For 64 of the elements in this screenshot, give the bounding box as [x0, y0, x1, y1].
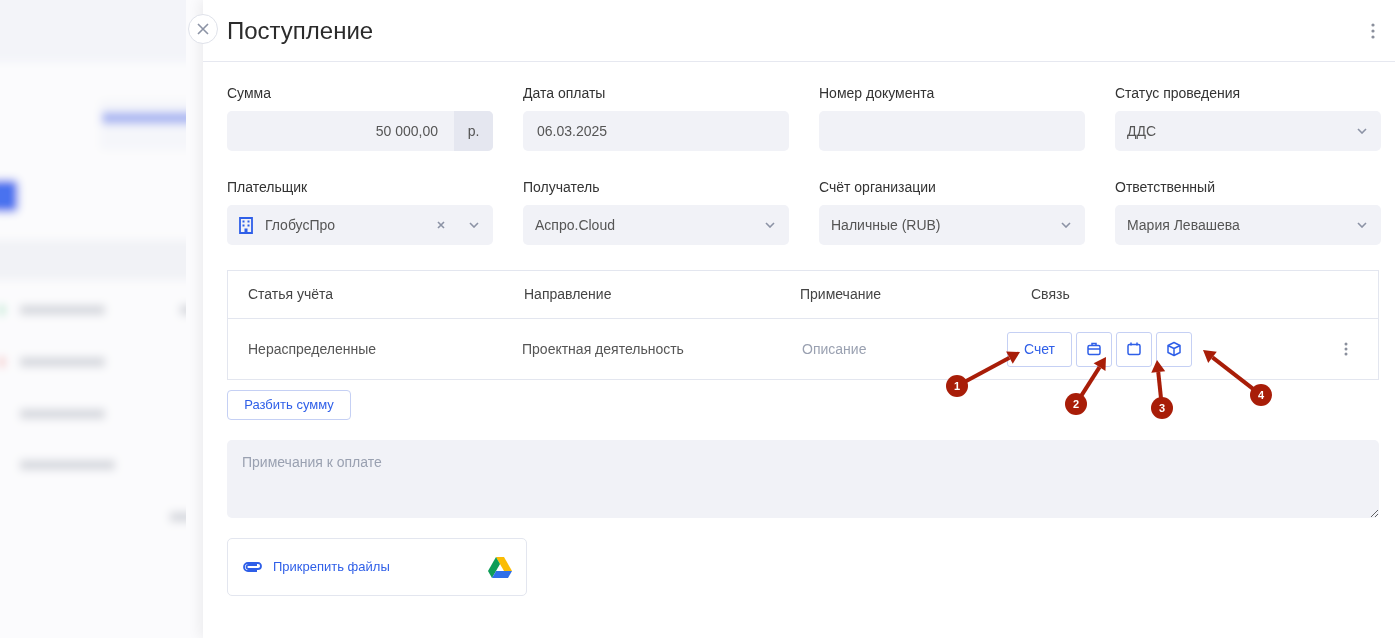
- field-value: ГлобусПро: [265, 215, 337, 235]
- field-label: Дата оплаты: [523, 84, 607, 102]
- panel-title: Поступление: [227, 15, 374, 46]
- field-value: ДДС: [1127, 121, 1158, 141]
- notes-field[interactable]: Примечания к оплате: [227, 440, 1379, 518]
- table-cell: Нераспределенные: [248, 340, 377, 357]
- select-field[interactable]: Наличные (RUB): [819, 205, 1085, 245]
- field-label: Ответственный: [1115, 178, 1216, 196]
- briefcase-button[interactable]: [1076, 331, 1112, 367]
- callout-number: 3: [1158, 402, 1166, 414]
- currency-label: р.: [454, 111, 493, 151]
- field-label: Плательщик: [227, 178, 309, 196]
- select-field[interactable]: ДДС: [1115, 111, 1381, 151]
- chevron-down-icon: [469, 222, 479, 228]
- callout-number: 2: [1072, 398, 1080, 410]
- more-icon[interactable]: [1344, 342, 1348, 356]
- close-button[interactable]: [188, 14, 218, 44]
- more-icon[interactable]: [1371, 22, 1375, 39]
- field-label: Получатель: [523, 178, 601, 196]
- chevron-down-icon: [1357, 128, 1367, 134]
- callout-arrow: [964, 351, 1020, 383]
- cube-icon: [1166, 341, 1182, 357]
- chevron-down-icon: [1357, 222, 1367, 228]
- table-cell: Проектная деятельность: [522, 340, 684, 357]
- input-field[interactable]: 06.03.2025: [523, 111, 789, 151]
- field-value: Аспро.Cloud: [535, 215, 616, 235]
- select-field[interactable]: Мария Левашева: [1115, 205, 1381, 245]
- clear-icon[interactable]: [437, 221, 445, 229]
- briefcase-icon: [1086, 341, 1102, 357]
- drive-icon[interactable]: [488, 556, 512, 578]
- chevron-down-icon: [765, 222, 775, 228]
- select-field[interactable]: ГлобусПро: [227, 205, 493, 245]
- callout-number: 4: [1257, 389, 1265, 401]
- callout-badge: [946, 375, 968, 397]
- field-value: 06.03.2025: [537, 121, 608, 141]
- field-label: Статус проведения: [1115, 84, 1242, 102]
- cube-button[interactable]: [1156, 331, 1192, 367]
- callout-badge: [1250, 384, 1272, 406]
- chevron-down-icon: [1061, 222, 1071, 228]
- close-icon: [197, 23, 209, 35]
- field-label: Номер документа: [819, 84, 936, 102]
- callout-arrow: [1079, 357, 1106, 397]
- amount-field[interactable]: 50 000,00 р.: [227, 111, 493, 151]
- field-label: Сумма: [227, 84, 272, 102]
- calendar-button[interactable]: [1116, 331, 1152, 367]
- column-header: Связь: [1031, 286, 1070, 302]
- callout-arrow: [1203, 350, 1255, 391]
- field-value: Мария Левашева: [1127, 215, 1241, 235]
- field-value: 50 000,00: [374, 121, 439, 141]
- attach-files-link[interactable]: Прикрепить файлы: [273, 557, 478, 577]
- column-header: Статья учёта: [248, 286, 334, 302]
- paperclip-icon: [243, 562, 263, 572]
- split-amount-button[interactable]: Разбить сумму: [227, 390, 351, 420]
- column-header: Примечание: [800, 286, 882, 302]
- select-field[interactable]: Аспро.Cloud: [523, 205, 789, 245]
- field-label: Счёт организации: [819, 178, 937, 196]
- column-header: Направление: [524, 286, 612, 302]
- callout-badge: [1151, 397, 1173, 419]
- invoice-button[interactable]: Счет: [1007, 331, 1072, 367]
- calendar-icon: [1126, 341, 1142, 357]
- callout-arrow: [1151, 360, 1166, 399]
- callout-badge: [1065, 393, 1087, 415]
- callout-number: 1: [953, 380, 961, 392]
- field-value: Наличные (RUB): [831, 215, 942, 235]
